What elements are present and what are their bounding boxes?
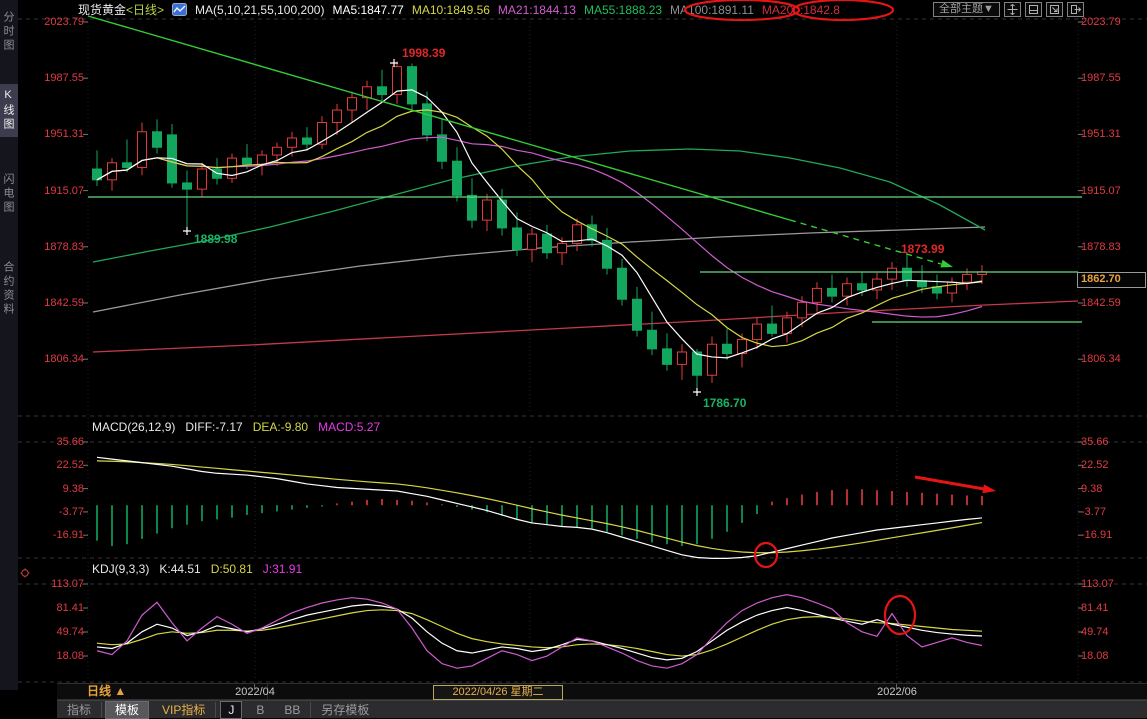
extreme-label: 1889.98 — [194, 232, 238, 246]
symbol-wrap: 现货黄金 <日线> — [78, 1, 164, 18]
extreme-label: 1998.39 — [402, 46, 446, 60]
symbol-name: 现货黄金 — [78, 1, 126, 18]
ma200-value: MA200:1842.8 — [762, 3, 840, 17]
crosshair-icon[interactable] — [1004, 2, 1021, 17]
sidebar-item-contract-info[interactable]: 合约资料 — [0, 256, 18, 322]
extreme-marker — [183, 227, 191, 235]
macd-title: MACD(26,12,9) — [92, 420, 175, 434]
toolbar-vip-indicators[interactable]: VIP指标 — [152, 702, 216, 718]
main-chart-canvas[interactable]: 1998.39 1889.98 1873.99 1786.70 — [0, 0, 1147, 718]
extreme-label: 1873.99 — [901, 242, 945, 256]
diff-line — [97, 457, 982, 558]
sidebar-item-kline-chart[interactable]: K线图 — [0, 84, 18, 137]
trendline-arrowhead — [940, 260, 953, 268]
selected-date-box: 2022/04/26 星期二 — [433, 685, 563, 700]
new-pane-icon[interactable] — [1046, 2, 1063, 17]
ma5-value: MA5:1847.77 — [332, 3, 403, 17]
time-label-june: 2022/06 — [867, 686, 927, 698]
time-axis-bar: 日线 ▲ 2022/04 2022/04/26 星期二 2022/06 — [57, 683, 1147, 700]
dea-line — [97, 461, 982, 553]
macd-hist-value: MACD:5.27 — [318, 420, 380, 434]
toolbar-key-bb[interactable]: BB — [274, 702, 311, 718]
kdj-k-value: K:44.51 — [159, 562, 200, 576]
macd-dea-value: DEA:-9.80 — [253, 420, 308, 434]
toolbar-indicators[interactable]: 指标 — [57, 702, 102, 718]
top-controls: 全部主题▼ — [933, 2, 1084, 17]
extreme-label: 1786.70 — [703, 396, 747, 410]
extreme-marker — [693, 388, 701, 396]
toolbar-key-b[interactable]: B — [246, 702, 274, 718]
toolbar-save-template[interactable]: 另存模板 — [311, 702, 379, 718]
kdj-j-value: J:31.91 — [263, 562, 302, 576]
current-price-box: 1862.70 — [1077, 272, 1146, 288]
kdj-d-value: D:50.81 — [211, 562, 253, 576]
ma10-value: MA10:1849.56 — [412, 3, 490, 17]
time-label-april: 2022/04 — [225, 686, 285, 698]
chart-type-icon[interactable] — [172, 3, 187, 16]
k-line — [97, 605, 982, 660]
chart-header: 现货黄金 <日线> MA(5,10,21,55,100,200) MA5:184… — [78, 0, 840, 19]
kdj-panel-header: KDJ(9,3,3) K:44.51 D:50.81 J:31.91 — [92, 562, 302, 576]
toolbar-key-j[interactable]: J — [220, 701, 242, 719]
sidebar: 分时图 K线图 闪电图 合约资料 — [0, 0, 18, 690]
theme-selector-button[interactable]: 全部主题▼ — [933, 2, 1000, 17]
kdj-title: KDJ(9,3,3) — [92, 562, 149, 576]
bottom-toolbar: 指标 模板 VIP指标 J B BB 另存模板 — [57, 700, 1147, 718]
panel-settings-icon[interactable] — [20, 565, 30, 583]
close-pane-icon[interactable] — [1067, 2, 1084, 17]
j-line — [97, 595, 982, 669]
ma100-value: MA100:1891.11 — [670, 3, 754, 17]
ma21-value: MA21:1844.13 — [498, 3, 576, 17]
ma55-value: MA55:1888.23 — [584, 3, 662, 17]
sidebar-item-time-chart[interactable]: 分时图 — [0, 6, 18, 58]
toolbar-templates[interactable]: 模板 — [105, 701, 149, 719]
macd-panel-header: MACD(26,12,9) DIFF:-7.17 DEA:-9.80 MACD:… — [92, 420, 380, 434]
split-pane-icon[interactable] — [1025, 2, 1042, 17]
period-tag[interactable]: <日线> — [126, 1, 164, 18]
macd-diff-value: DIFF:-7.17 — [185, 420, 242, 434]
sidebar-item-flash-chart[interactable]: 闪电图 — [0, 168, 18, 220]
d-line — [97, 610, 982, 656]
candles — [93, 61, 987, 389]
ma-params-label: MA(5,10,21,55,100,200) — [195, 3, 324, 17]
macd-histogram — [97, 489, 982, 546]
